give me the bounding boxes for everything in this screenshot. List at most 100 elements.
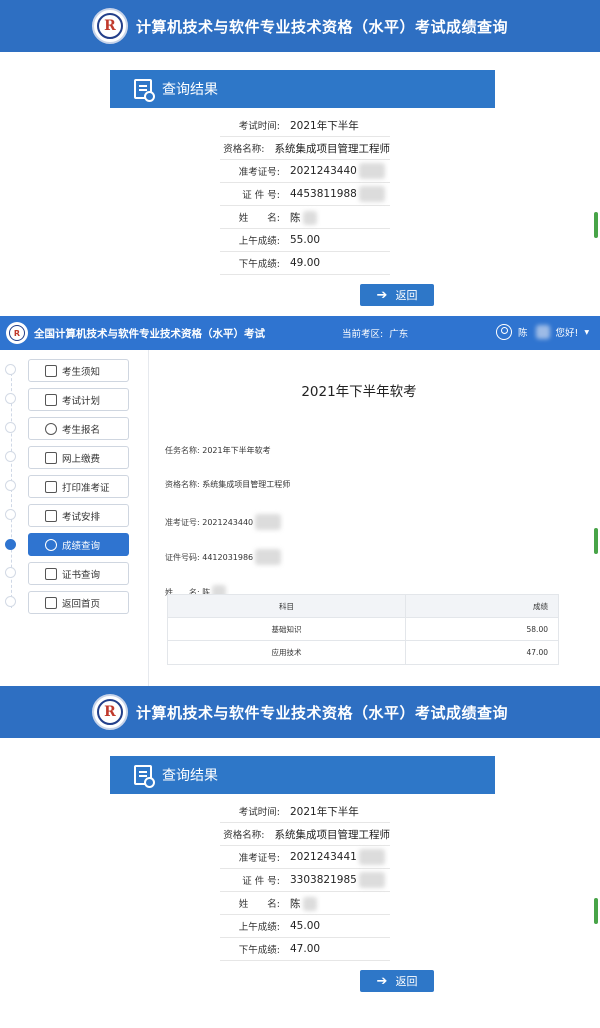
user-name: 陈: [518, 328, 528, 339]
result-panel-bar: 查询结果: [110, 756, 495, 794]
user-avatar-icon: [496, 324, 512, 340]
score-cell: 47.00: [526, 648, 548, 657]
certificate-icon: [45, 567, 57, 580]
morning-score-label: 上午成绩:: [238, 236, 280, 247]
result-row: 上午成绩: 55.00: [220, 229, 390, 252]
sidebar-item-payment[interactable]: 网上缴费: [28, 446, 129, 469]
timeline-dot: [5, 422, 16, 433]
result-row: 资格名称: 系统集成项目管理工程师: [220, 823, 390, 846]
id-number-text: 3303821985: [290, 874, 357, 886]
sidebar-item-label: 考试安排: [62, 511, 101, 523]
id-number-label: 证 件 号:: [242, 190, 280, 201]
result-panel: 查询结果 考试时间: 2021年下半年 资格名称: 系统集成项目管理工程师 准考…: [110, 756, 495, 961]
sidebar-item-registration[interactable]: 考生报名: [28, 417, 129, 440]
timeline-dot: [5, 451, 16, 462]
sidebar-item-arrangement[interactable]: 考试安排: [28, 504, 129, 527]
scrollbar-thumb[interactable]: [594, 898, 598, 924]
user-menu[interactable]: 陈 您好! ▾: [496, 324, 589, 340]
sidebar-item-certificate[interactable]: 证书查询: [28, 562, 129, 585]
timeline-dot: [5, 364, 16, 375]
morning-score-label: 上午成绩:: [238, 922, 280, 933]
redaction-blur: [302, 210, 317, 225]
morning-score-value: 55.00: [290, 234, 321, 246]
score-detail-content: 2021年下半年软考 任务名称: 2021年下半年软考 资格名称: 系统集成项目…: [148, 350, 600, 686]
region-indicator: 当前考区: 广东: [342, 326, 408, 340]
name-text: 陈: [290, 211, 301, 224]
result-panel: 查询结果 考试时间: 2021年下半年 资格名称: 系统集成项目管理工程师 准考…: [110, 70, 495, 275]
sidebar-item-notice[interactable]: 考生须知: [28, 359, 129, 382]
result-panel-title: 查询结果: [162, 82, 218, 98]
result-row: 证 件 号: 4453811988: [220, 183, 390, 206]
result-row: 上午成绩: 45.00: [220, 915, 390, 938]
portal-title: 全国计算机技术与软件专业技术资格（水平）考试: [34, 327, 265, 340]
logo-seal: R: [91, 694, 128, 730]
region-label: 当前考区:: [342, 329, 384, 340]
score-result-page-2: R 计算机技术与软件专业技术资格（水平）考试成绩查询 查询结果 考试时间: 20…: [0, 686, 600, 1028]
scrollbar-thumb[interactable]: [594, 212, 598, 238]
sidebar-item-home[interactable]: 返回首页: [28, 591, 129, 614]
sidebar-item-score-query[interactable]: 成绩查询: [28, 533, 129, 556]
ticket-number-value: 2021243440: [202, 517, 254, 527]
ticket-number-label: 准考证号:: [238, 167, 280, 178]
id-number-value: 4412031986: [202, 552, 254, 562]
qualification-field: 资格名称: 系统集成项目管理工程师: [165, 479, 290, 490]
greeting-text: 您好!: [555, 328, 579, 339]
redaction-blur: [302, 896, 317, 911]
monitor-icon: [45, 451, 57, 464]
ticket-number-field: 准考证号: 2021243440: [165, 514, 282, 530]
score-cell: 58.00: [526, 624, 548, 634]
id-number-label: 证件号码:: [165, 552, 200, 562]
ticket-number-text: 2021243441: [290, 851, 357, 863]
sidebar-item-print-ticket[interactable]: 打印准考证: [28, 475, 129, 498]
name-label: 姓 名:: [238, 213, 280, 224]
result-header: R 计算机技术与软件专业技术资格（水平）考试成绩查询: [0, 686, 600, 738]
scrollbar-thumb[interactable]: [594, 528, 598, 554]
afternoon-score-value: 47.00: [290, 943, 321, 955]
sidebar-item-label: 考生报名: [62, 424, 101, 436]
task-name-label: 任务名称:: [165, 446, 200, 455]
back-button-label: 返回: [395, 975, 418, 988]
back-button[interactable]: ➔ 返回: [360, 284, 434, 306]
id-number-text: 4453811988: [290, 188, 357, 200]
result-row: 证 件 号: 3303821985: [220, 869, 390, 892]
qualification-value: 系统集成项目管理工程师: [274, 828, 391, 841]
result-row: 准考证号: 2021243441: [220, 846, 390, 869]
page-title: 计算机技术与软件专业技术资格（水平）考试成绩查询: [135, 17, 508, 36]
exam-time-value: 2021年下半年: [290, 805, 359, 818]
back-button[interactable]: ➔ 返回: [360, 970, 434, 992]
exam-time-label: 考试时间:: [238, 807, 280, 818]
result-row: 资格名称: 系统集成项目管理工程师: [220, 137, 390, 160]
sidebar-item-label: 打印准考证: [62, 482, 110, 494]
result-row: 准考证号: 2021243440: [220, 160, 390, 183]
score-column-header: 成绩: [533, 601, 548, 611]
score-table: 科目 成绩 基础知识 58.00 应用技术 47.00: [167, 594, 559, 665]
result-row: 姓 名: 陈: [220, 892, 390, 915]
sidebar-item-plan[interactable]: 考试计划: [28, 388, 129, 411]
redaction-blur: [535, 325, 550, 339]
search-icon: [45, 538, 57, 551]
sidebar-item-label: 成绩查询: [62, 540, 101, 552]
result-row: 考试时间: 2021年下半年: [220, 114, 390, 137]
id-number-value: 3303821985: [280, 872, 385, 888]
region-value: 广东: [389, 329, 409, 340]
result-panel-bar: 查询结果: [110, 70, 495, 108]
result-header: R 计算机技术与软件专业技术资格（水平）考试成绩查询: [0, 0, 600, 52]
sidebar-item-label: 网上缴费: [62, 453, 101, 465]
afternoon-score-label: 下午成绩:: [238, 945, 280, 956]
name-value: 陈: [280, 210, 317, 225]
sidebar-item-label: 考生须知: [62, 366, 101, 378]
task-name-field: 任务名称: 2021年下半年软考: [165, 445, 271, 456]
table-row: 应用技术 47.00: [168, 641, 558, 664]
name-label: 姓 名:: [238, 899, 280, 910]
timeline-dot: [5, 393, 16, 404]
ticket-number-value: 2021243441: [280, 849, 385, 865]
timeline-dot-active: [5, 539, 16, 550]
back-arrow-icon: ➔: [376, 973, 388, 989]
portal-logo-letter: R: [9, 325, 25, 341]
qualification-label: 资格名称:: [223, 830, 265, 841]
result-table: 考试时间: 2021年下半年 资格名称: 系统集成项目管理工程师 准考证号: 2…: [220, 800, 390, 961]
redaction-blur: [255, 514, 282, 530]
result-row: 姓 名: 陈: [220, 206, 390, 229]
back-arrow-icon: ➔: [376, 287, 388, 303]
exam-time-label: 考试时间:: [238, 121, 280, 132]
